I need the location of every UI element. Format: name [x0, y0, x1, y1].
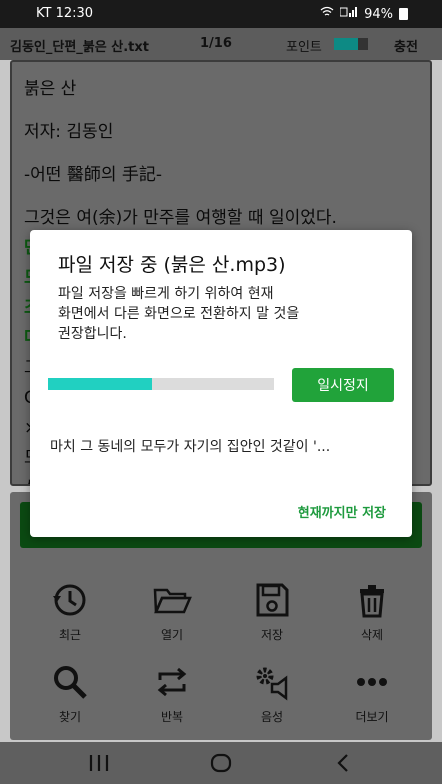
reader-line: 그것은 여(余)가 만주를 여행할 때 일이었다. — [24, 208, 337, 228]
system-nav-bar — [0, 742, 442, 784]
pause-button[interactable]: 일시정지 — [292, 368, 394, 402]
signal-icon — [339, 6, 358, 22]
toolbar-label: 열기 — [160, 628, 184, 642]
toolbar-item-repeat[interactable]: 반복 — [122, 662, 222, 725]
progress-fill — [48, 378, 152, 390]
battery-icon — [399, 8, 408, 20]
file-title: 김동인_단편_붉은 산.txt — [10, 40, 149, 55]
toolbar-label: 최근 — [58, 628, 82, 642]
save-progress-bar — [48, 378, 274, 390]
toolbar-label: 찾기 — [58, 710, 82, 724]
current-line-text: 마치 그 동네의 모두가 자기의 집안인 것같이 '... — [50, 439, 331, 455]
back-nav-icon[interactable] — [328, 750, 358, 776]
toolbar-item-open[interactable]: 열기 — [122, 580, 222, 643]
more-icon — [357, 678, 387, 686]
dialog-message-line: 파일 저장을 빠르게 하기 위하여 현재 — [58, 286, 274, 302]
toolbar-item-voice[interactable]: 음성 — [222, 662, 322, 725]
saving-dialog: 파일 저장 중 (붉은 산.mp3) 파일 저장을 빠르게 하기 위하여 현재화… — [30, 230, 412, 537]
points-label: 포인트 — [286, 40, 322, 55]
toolbar-label: 삭제 — [360, 628, 384, 642]
toolbar-item-save[interactable]: 저장 — [222, 580, 322, 643]
reader-line: 저자: 김동인 — [24, 122, 114, 142]
folder-open-icon — [153, 588, 192, 614]
recents-nav-icon[interactable] — [84, 750, 114, 776]
status-time: KT 12:30 — [36, 6, 94, 21]
save-partial-button[interactable]: 현재까지만 저장 — [298, 502, 386, 521]
points-fill — [334, 38, 358, 50]
save-icon — [256, 583, 289, 617]
page-indicator: 1/16 — [200, 36, 232, 51]
toolbar-item-search[interactable]: 찾기 — [20, 662, 120, 725]
history-icon — [53, 584, 86, 616]
battery-percent: 94% — [364, 6, 393, 22]
app-header: 김동인_단편_붉은 산.txt 1/16 포인트 충전 — [0, 28, 442, 60]
toolbar-item-delete[interactable]: 삭제 — [322, 580, 422, 643]
points-bar — [334, 38, 368, 50]
status-bar: KT 12:30 94% — [0, 0, 442, 28]
toolbar-item-more[interactable]: 더보기 — [322, 662, 422, 725]
reader-line: 붉은 산 — [24, 79, 77, 99]
toolbar-label: 반복 — [160, 710, 184, 724]
toolbar-item-recent[interactable]: 최근 — [20, 580, 120, 643]
toolbar-label: 저장 — [260, 628, 284, 642]
dialog-title: 파일 저장 중 (붉은 산.mp3) — [58, 254, 286, 276]
toolbar-label: 음성 — [260, 710, 284, 724]
charge-button[interactable]: 충전 — [394, 36, 418, 55]
repeat-icon — [157, 667, 187, 697]
reader-line: -어떤 醫師의 手記- — [24, 165, 162, 185]
dialog-message-line: 권장합니다. — [58, 326, 127, 342]
status-icons: 94% — [320, 6, 408, 22]
voice-settings-icon — [256, 667, 288, 701]
toolbar-label: 더보기 — [355, 710, 389, 724]
dialog-message: 파일 저장을 빠르게 하기 위하여 현재화면에서 다른 화면으로 전환하지 말 … — [58, 284, 398, 344]
trash-icon — [360, 585, 384, 618]
search-icon — [54, 666, 87, 699]
wifi-icon — [320, 6, 334, 22]
home-nav-icon[interactable] — [206, 750, 236, 776]
dialog-message-line: 화면에서 다른 화면으로 전환하지 말 것을 — [58, 306, 300, 322]
